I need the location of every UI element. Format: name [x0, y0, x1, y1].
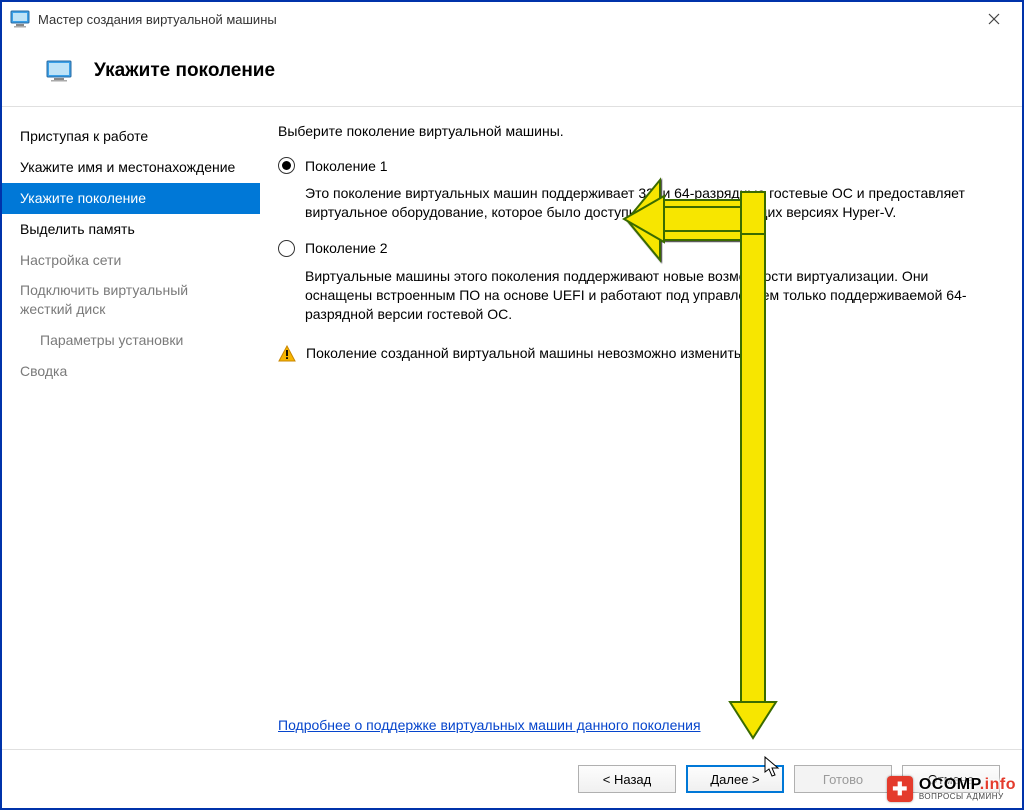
wizard-body: Приступая к работе Укажите имя и местона… — [2, 106, 1022, 750]
sidebar-item-intro[interactable]: Приступая к работе — [2, 121, 260, 152]
sidebar-item-memory[interactable]: Выделить память — [2, 214, 260, 245]
generation-1-desc: Это поколение виртуальных машин поддержи… — [305, 184, 992, 222]
instruction-text: Выберите поколение виртуальной машины. — [278, 123, 992, 139]
window-title: Мастер создания виртуальной машины — [38, 12, 277, 27]
next-button[interactable]: Далее > — [686, 765, 784, 793]
sidebar-item-vhd: Подключить виртуальный жесткий диск — [2, 275, 260, 325]
page-title: Укажите поколение — [94, 60, 275, 82]
more-link-row: Подробнее о поддержке виртуальных машин … — [278, 717, 992, 741]
sidebar-item-generation[interactable]: Укажите поколение — [2, 183, 260, 214]
warning-row: Поколение созданной виртуальной машины н… — [278, 345, 992, 363]
cancel-button[interactable]: Отмена — [902, 765, 1000, 793]
warning-text: Поколение созданной виртуальной машины н… — [306, 345, 745, 361]
wizard-icon — [46, 60, 72, 82]
close-button[interactable] — [974, 2, 1014, 36]
sidebar-item-network: Настройка сети — [2, 245, 260, 276]
titlebar: Мастер создания виртуальной машины — [2, 2, 1022, 36]
app-icon — [10, 10, 30, 28]
warning-icon — [278, 345, 296, 363]
back-button[interactable]: < Назад — [578, 765, 676, 793]
sidebar-item-summary: Сводка — [2, 356, 260, 387]
radio-generation-2[interactable]: Поколение 2 — [278, 240, 992, 257]
radio-generation-1[interactable]: Поколение 1 — [278, 157, 992, 174]
sidebar: Приступая к работе Укажите имя и местона… — [2, 107, 260, 749]
radio-label: Поколение 1 — [305, 158, 388, 174]
generation-2-desc: Виртуальные машины этого поколения подде… — [305, 267, 992, 324]
wizard-window: Мастер создания виртуальной машины Укажи… — [0, 0, 1024, 810]
radio-icon-selected — [278, 157, 295, 174]
sidebar-item-name-location[interactable]: Укажите имя и местонахождение — [2, 152, 260, 183]
button-bar: < Назад Далее > Готово Отмена — [2, 750, 1022, 808]
finish-button: Готово — [794, 765, 892, 793]
content-pane: Выберите поколение виртуальной машины. П… — [260, 107, 1022, 749]
radio-icon-unselected — [278, 240, 295, 257]
header-band: Укажите поколение — [2, 36, 1022, 106]
more-info-link[interactable]: Подробнее о поддержке виртуальных машин … — [278, 717, 701, 733]
radio-label: Поколение 2 — [305, 240, 388, 256]
sidebar-item-install-options: Параметры установки — [2, 325, 260, 356]
